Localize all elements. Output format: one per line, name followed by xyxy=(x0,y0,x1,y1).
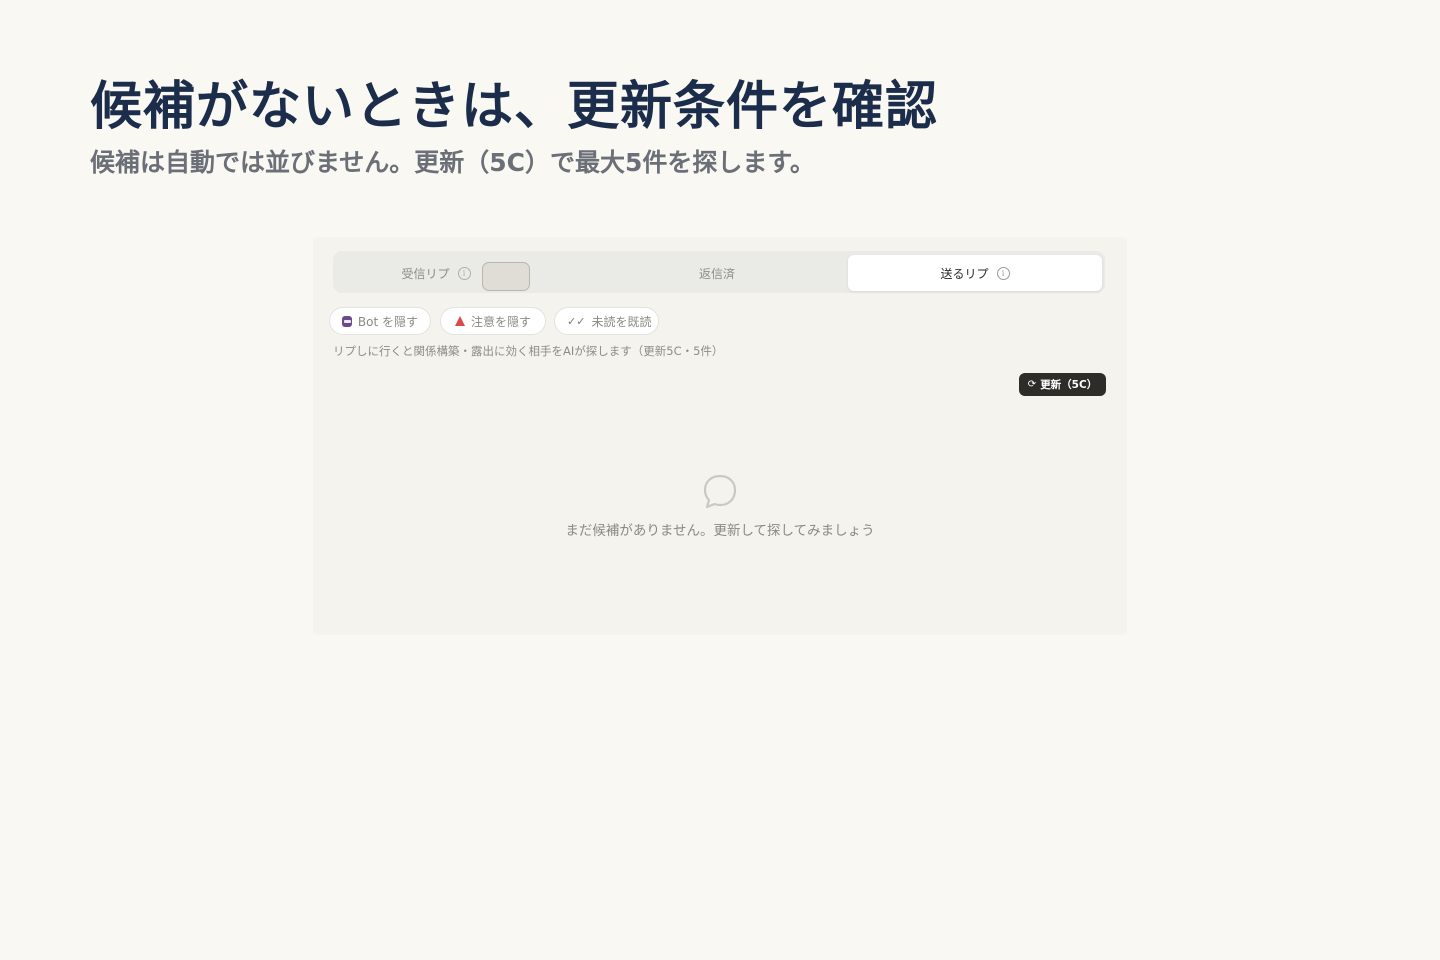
chat-bubble-icon xyxy=(703,474,737,509)
hide-bot-filter-button[interactable]: Bot を隠す xyxy=(329,307,431,335)
tab-send-replies[interactable]: 送るリプ i xyxy=(848,255,1102,291)
hide-warning-filter-button[interactable]: 注意を隠す xyxy=(440,307,546,335)
hide-bot-filter-label: Bot を隠す xyxy=(357,314,418,329)
hide-warning-filter-label: 注意を隠す xyxy=(471,314,532,329)
page-subtitle: 候補は自動では並びません。更新（5C）で最大5件を探します。 xyxy=(90,148,815,177)
mark-read-button[interactable]: ✓✓ 未読を既読 xyxy=(554,307,659,335)
tab-bar: 受信リプ i 返信済 送るリプ i xyxy=(333,251,1105,293)
refresh-button-label: 更新（5C） xyxy=(1040,379,1098,391)
warning-icon xyxy=(455,316,465,326)
drag-handle[interactable] xyxy=(482,262,530,291)
double-check-icon: ✓✓ xyxy=(567,314,586,328)
tab-replied-label: 返信済 xyxy=(698,266,735,281)
refresh-icon: ⟳ xyxy=(1027,379,1037,390)
empty-state-message: まだ候補がありません。更新して探してみましょう xyxy=(565,523,875,539)
info-icon[interactable]: i xyxy=(457,266,471,280)
refresh-button[interactable]: ⟳ 更新（5C） xyxy=(1019,373,1106,396)
tab-received-replies-label: 受信リプ xyxy=(401,266,450,281)
mark-read-label: 未読を既読 xyxy=(591,314,652,329)
tab-send-replies-label: 送るリプ xyxy=(940,266,989,281)
bot-icon xyxy=(342,315,352,327)
panel-description: リプしに行くと関係構築・露出に効く相手をAIが探します（更新5C・5件） xyxy=(333,344,724,358)
app-panel: 受信リプ i 返信済 送るリプ i Bot を隠す 注意を隠す ✓✓ 未読を既読… xyxy=(313,237,1127,635)
info-icon[interactable]: i xyxy=(996,266,1010,280)
page-title: 候補がないときは、更新条件を確認 xyxy=(90,77,939,137)
tab-replied[interactable]: 返信済 xyxy=(589,255,845,291)
